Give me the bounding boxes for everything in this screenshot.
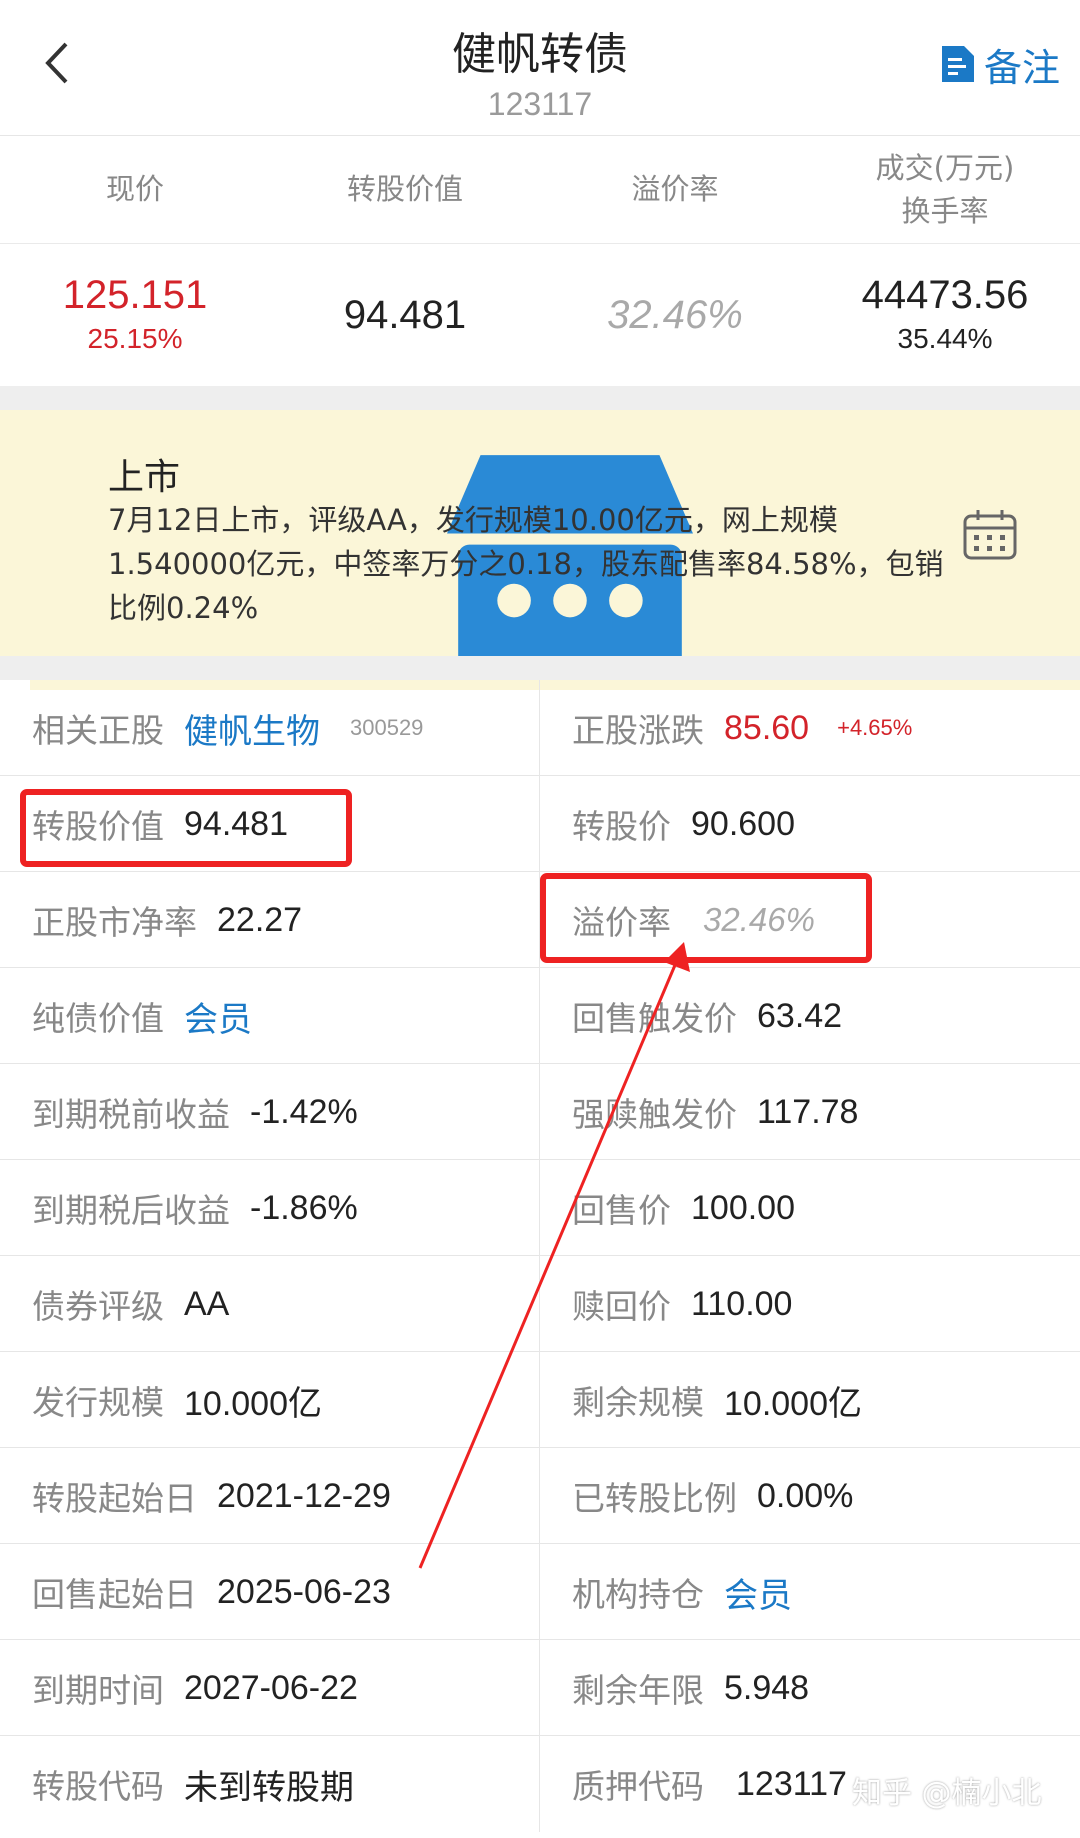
detail-row: 发行规模 10.000亿 剩余规模 10.000亿 — [0, 1352, 1080, 1448]
bond-details-grid: 相关正股 健帆生物 300529 正股涨跌 85.60 +4.65% 转股价值 … — [0, 680, 1080, 1832]
watermark: 知乎 @楠小北 — [852, 1776, 1042, 1811]
change-percent: 25.15% — [87, 323, 183, 354]
premium-header: 溢价率 — [631, 172, 719, 206]
volume-header: 成交(万元) 换手率 — [875, 150, 1015, 228]
current-price: 125.151 — [62, 273, 208, 317]
stock-name-link[interactable]: 健帆生物 — [184, 704, 320, 753]
stock-code: 300529 — [350, 715, 424, 740]
bond-value-detail[interactable]: 纯债价值 会员 — [0, 968, 540, 1064]
redeem-price-detail: 赎回价 110.00 — [572, 1284, 793, 1327]
pb-ratio-detail: 正股市净率 22.27 — [0, 872, 540, 968]
institution-detail[interactable]: 机构持仓 会员 — [540, 1544, 1080, 1640]
conversion-value: 94.481 — [343, 293, 467, 337]
detail-row: 相关正股 健帆生物 300529 正股涨跌 85.60 +4.65% — [0, 680, 1080, 776]
detail-row: 到期时间 2027-06-22 剩余年限 5.948 — [0, 1640, 1080, 1736]
conv-value-detail: 转股价值 94.481 — [0, 776, 540, 872]
quote-values-row: 125.151 25.15% 94.481 32.46% 44473.56 35… — [0, 244, 1080, 386]
stock-change: +4.65% — [837, 715, 913, 740]
detail-row: 转股起始日 2021-12-29 已转股比例 0.00% — [0, 1448, 1080, 1544]
bond-code: 123117 — [487, 86, 593, 122]
stock-price: 85.60 — [724, 708, 810, 747]
calendar-icon[interactable] — [962, 508, 1018, 562]
maturity-detail: 到期时间 2027-06-22 — [0, 1640, 540, 1736]
detail-row: 正股市净率 22.27 溢价率 32.46% — [0, 872, 1080, 968]
premium-rate: 32.46% — [607, 293, 743, 337]
pretax-yield-detail: 到期税前收益 -1.42% — [0, 1064, 540, 1160]
conv-price-detail: 转股价 90.600 — [572, 804, 795, 847]
putback-price-detail: 回售价 100.00 — [572, 1188, 795, 1231]
detail-row: 转股价值 94.481 转股价 90.600 — [0, 776, 1080, 872]
notice-text: 7月12日上市，评级AA，发行规模10.00亿元，网上规模1.540000亿元，… — [108, 503, 944, 625]
quote-header-row: 现价 转股价值 溢价率 成交(万元) 换手率 — [0, 136, 1080, 244]
premium-cell: 32.46% — [540, 244, 810, 386]
price-cell: 125.151 25.15% — [0, 244, 270, 386]
converted-ratio-detail: 已转股比例 0.00% — [572, 1476, 854, 1519]
conv-value-header: 转股价值 — [346, 172, 463, 206]
volume-cell: 44473.56 35.44% — [810, 244, 1080, 386]
redeem-trigger-detail: 强赎触发价 117.78 — [572, 1092, 859, 1135]
note-button[interactable]: 备注 — [940, 38, 1060, 90]
stock-change-cell: 正股涨跌 85.60 +4.65% — [572, 708, 913, 751]
detail-row: 纯债价值 会员 回售触发价 63.42 — [0, 968, 1080, 1064]
putback-start-detail: 回售起始日 2025-06-23 — [0, 1544, 540, 1640]
aftertax-yield-detail: 到期税后收益 -1.86% — [0, 1160, 540, 1256]
putback-trigger-detail: 回售触发价 63.42 — [572, 996, 843, 1039]
remaining-size-detail: 剩余规模 10.000亿 — [572, 1383, 862, 1423]
conv-code-detail: 转股代码 未到转股期 — [0, 1736, 540, 1832]
conv-start-detail: 转股起始日 2021-12-29 — [0, 1448, 540, 1544]
premium-detail: 溢价率 32.46% — [572, 901, 815, 942]
section-divider — [0, 386, 1080, 410]
trade-volume: 44473.56 — [861, 273, 1029, 317]
detail-row: 到期税前收益 -1.42% 强赎触发价 117.78 — [0, 1064, 1080, 1160]
note-icon — [941, 46, 974, 82]
notice-title: 上市 — [108, 457, 181, 498]
remaining-years-detail: 剩余年限 5.948 — [572, 1668, 810, 1711]
issue-size-detail: 发行规模 10.000亿 — [0, 1352, 540, 1448]
page-title: 健帆转债 — [452, 29, 628, 80]
member-link[interactable]: 会员 — [184, 992, 252, 1041]
rating-detail: 债券评级 AA — [0, 1256, 540, 1352]
detail-row: 回售起始日 2025-06-23 机构持仓 会员 — [0, 1544, 1080, 1640]
price-header: 现价 — [105, 172, 164, 206]
member-link[interactable]: 会员 — [724, 1568, 792, 1617]
top-nav-bar: 健帆转债 123117 备注 — [0, 0, 1080, 136]
section-divider — [0, 656, 1080, 680]
related-stock-cell[interactable]: 相关正股 健帆生物 300529 — [0, 680, 540, 776]
note-label: 备注 — [983, 45, 1060, 90]
detail-row: 债券评级 AA 赎回价 110.00 — [0, 1256, 1080, 1352]
detail-row: 到期税后收益 -1.86% 回售价 100.00 — [0, 1160, 1080, 1256]
conv-value-cell: 94.481 — [270, 244, 540, 386]
turnover-rate: 35.44% — [897, 323, 993, 354]
